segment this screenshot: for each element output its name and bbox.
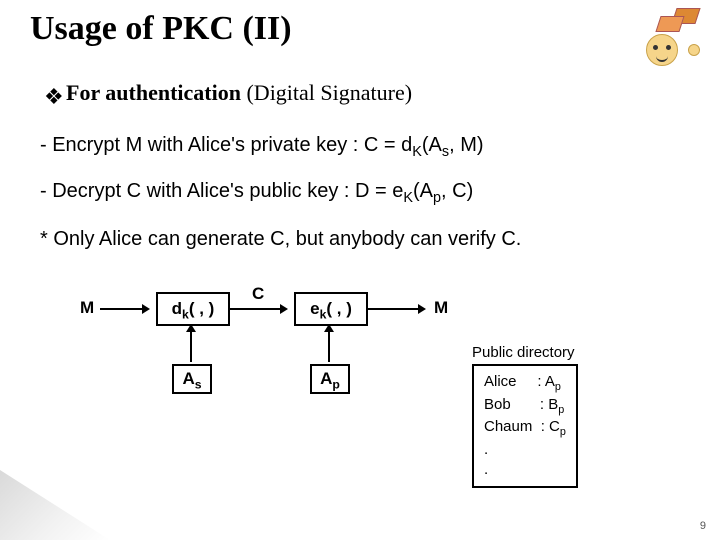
bullet-encrypt: - Encrypt M with Alice's private key : C… bbox=[40, 134, 484, 160]
arrow-icon bbox=[100, 308, 148, 310]
slide-title: Usage of PKC (II) bbox=[30, 10, 292, 48]
arrow-icon bbox=[368, 308, 424, 310]
box-as: As bbox=[172, 364, 212, 394]
dir-row: Bob : Bp bbox=[484, 395, 566, 418]
dir-row: . bbox=[484, 460, 566, 480]
box-ap: Ap bbox=[310, 364, 350, 394]
bullet-icon: ❖ bbox=[44, 84, 64, 110]
public-directory-label: Public directory bbox=[472, 344, 575, 361]
arrow-icon bbox=[230, 308, 286, 310]
flow-diagram: M dk( , ) C ek( , ) M As Ap bbox=[80, 290, 540, 420]
box-dk: dk( , ) bbox=[156, 292, 230, 326]
arrow-up-icon bbox=[190, 326, 192, 362]
decorative-wedge bbox=[0, 470, 110, 540]
bullet-note: * Only Alice can generate C, but anybody… bbox=[40, 228, 521, 251]
label-m-in: M bbox=[80, 298, 94, 318]
page-number: 9 bbox=[700, 520, 706, 532]
subtitle: For authentication (Digital Signature) bbox=[66, 80, 412, 106]
dir-row: Chaum : Cp bbox=[484, 417, 566, 440]
bullet-decrypt: - Decrypt C with Alice's public key : D … bbox=[40, 180, 473, 206]
dir-row: . bbox=[484, 440, 566, 460]
public-directory-box: Alice : Ap Bob : Bp Chaum : Cp . . bbox=[472, 364, 578, 488]
subtitle-lead: For authentication bbox=[66, 80, 241, 105]
cartoon-icon bbox=[624, 6, 702, 74]
label-c: C bbox=[252, 284, 264, 304]
box-ek: ek( , ) bbox=[294, 292, 368, 326]
subtitle-rest: (Digital Signature) bbox=[241, 80, 412, 105]
label-m-out: M bbox=[434, 298, 448, 318]
arrow-up-icon bbox=[328, 326, 330, 362]
dir-row: Alice : Ap bbox=[484, 372, 566, 395]
